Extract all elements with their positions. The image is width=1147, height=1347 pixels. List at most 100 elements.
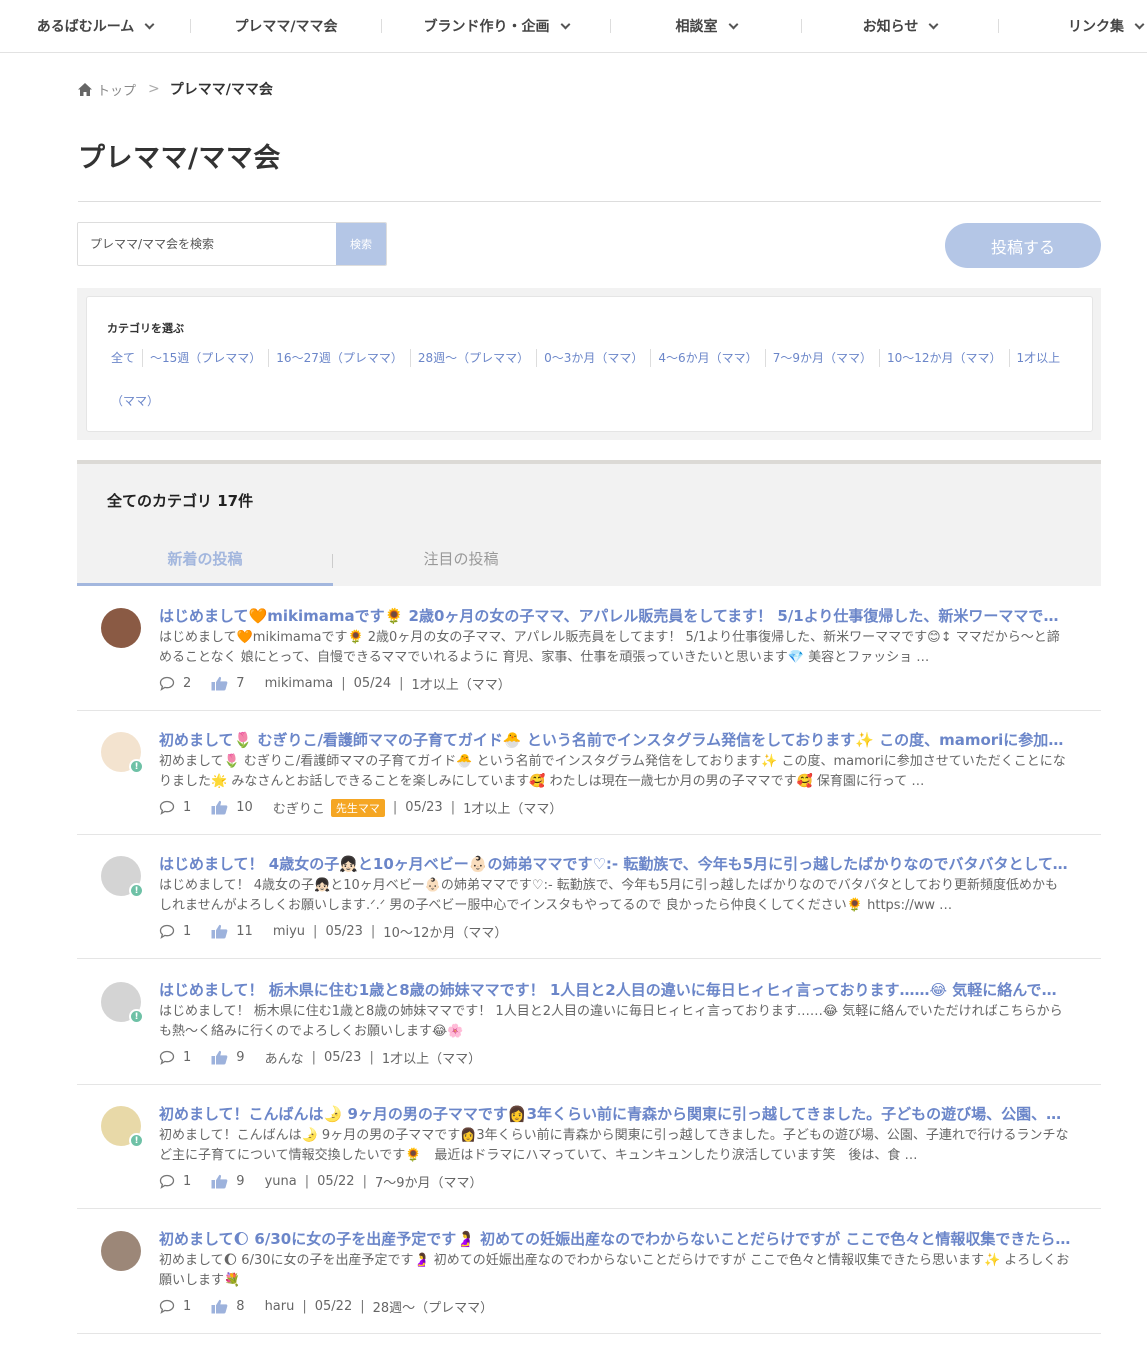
- post-meta: 1 11 miyu | 05/23 | 10〜12か月（ママ）: [159, 922, 507, 941]
- post-date: 05/24: [353, 676, 392, 691]
- like-count: 9: [236, 1050, 245, 1065]
- post-button[interactable]: 投稿する: [945, 223, 1101, 268]
- post-meta: 1 10 むぎりこ 先生ママ | 05/23 | 1才以上（ママ）: [159, 798, 562, 817]
- post-category[interactable]: 10〜12か月（ママ）: [383, 922, 507, 941]
- tab-new-posts[interactable]: 新着の投稿: [77, 548, 333, 586]
- chevron-down-icon: [1134, 19, 1145, 29]
- post-item: 初めまして🌔 6/30に女の子を出産予定です🤰 初めての妊娠出産なのでわからない…: [77, 1209, 1101, 1334]
- nav-item-consult[interactable]: 相談室: [611, 16, 801, 36]
- post-date: 05/22: [314, 1299, 353, 1314]
- post-title[interactable]: はじめまして🧡mikimamaです🌻 2歳0ヶ月の女の子ママ、アパレル販売員をし…: [159, 605, 1071, 626]
- post-title[interactable]: 初めまして🌔 6/30に女の子を出産予定です🤰 初めての妊娠出産なのでわからない…: [159, 1228, 1071, 1249]
- category-heading: カテゴリを選ぶ: [107, 322, 184, 335]
- breadcrumb-separator: >: [148, 81, 160, 97]
- category-link-upto15w[interactable]: 〜15週（プレママ）: [142, 349, 268, 367]
- status-badge-icon: !: [129, 1009, 144, 1024]
- comment-icon: [159, 800, 175, 815]
- category-link-all[interactable]: 全て: [107, 349, 142, 367]
- comment-count: 1: [183, 1174, 192, 1189]
- thumbs-up-icon[interactable]: [211, 676, 228, 691]
- meta-divider: |: [360, 1299, 365, 1314]
- meta-divider: |: [311, 1050, 316, 1065]
- meta-divider: |: [362, 1174, 367, 1189]
- avatar[interactable]: [101, 608, 141, 648]
- comment-icon: [159, 1174, 175, 1189]
- post-date: 05/22: [317, 1174, 355, 1189]
- post-meta: 1 9 あんな | 05/23 | 1才以上（ママ）: [159, 1048, 481, 1067]
- teacher-badge: 先生ママ: [330, 798, 385, 817]
- avatar-image: [101, 1231, 141, 1271]
- category-link-7-9m[interactable]: 7〜9か月（ママ）: [764, 349, 879, 367]
- post-category[interactable]: 1才以上（ママ）: [463, 798, 562, 817]
- category-link-28w[interactable]: 28週〜（プレママ）: [409, 349, 536, 367]
- post-author[interactable]: miyu: [273, 924, 305, 939]
- thumbs-up-icon[interactable]: [211, 1174, 228, 1189]
- post-date: 05/23: [405, 800, 443, 815]
- thumbs-up-icon[interactable]: [211, 800, 228, 815]
- search-input[interactable]: [78, 223, 336, 265]
- nav-item-news[interactable]: お知らせ: [802, 16, 998, 36]
- post-excerpt: 初めまして🌷 むぎりこ/看護師ママの子育てガイド🐣 という名前でインスタグラム発…: [159, 754, 1066, 789]
- category-link-0-3m[interactable]: 0〜3か月（ママ）: [536, 349, 650, 367]
- chevron-down-icon: [928, 19, 939, 29]
- like-count: 10: [236, 800, 253, 815]
- thumbs-up-icon[interactable]: [211, 1050, 228, 1065]
- nav-item-brand[interactable]: ブランド作り・企画: [382, 16, 610, 36]
- meta-divider: |: [399, 676, 404, 691]
- chevron-down-icon: [728, 19, 738, 29]
- divider: [78, 201, 1101, 202]
- post-title[interactable]: はじめまして！ 栃木県に住む1歳と8歳の姉妹ママです！ 1人目と2人目の違いに毎…: [159, 979, 1071, 1000]
- post-author[interactable]: むぎりこ: [273, 798, 325, 817]
- comment-count: 1: [183, 924, 192, 939]
- comment-icon: [159, 924, 175, 939]
- post-category[interactable]: 7〜9か月（ママ）: [375, 1172, 483, 1191]
- status-badge-icon: !: [129, 1133, 144, 1148]
- avatar-image: [101, 608, 141, 648]
- like-count: 8: [236, 1299, 245, 1314]
- thumbs-up-icon[interactable]: [211, 924, 228, 939]
- post-title[interactable]: 初めまして🌷 むぎりこ/看護師ママの子育てガイド🐣 という名前でインスタグラム発…: [159, 729, 1071, 750]
- category-link-10-12m[interactable]: 10〜12か月（ママ）: [878, 349, 1009, 367]
- search-button[interactable]: 検索: [336, 223, 386, 265]
- like-count: 7: [236, 676, 245, 691]
- post-excerpt: 初めまして🌔 6/30に女の子を出産予定です🤰 初めての妊娠出産なのでわからない…: [159, 1253, 1070, 1288]
- thumbs-up-icon[interactable]: [211, 1299, 228, 1314]
- avatar[interactable]: [101, 1231, 141, 1271]
- post-meta: 1 9 yuna | 05/22 | 7〜9か月（ママ）: [159, 1172, 483, 1191]
- meta-divider: |: [369, 1050, 374, 1065]
- meta-divider: |: [370, 924, 376, 939]
- post-excerpt: はじめまして！ 栃木県に住む1歳と8歳の姉妹ママです！ 1人目と2人目の違いに毎…: [159, 1004, 1063, 1039]
- post-author[interactable]: あんな: [265, 1048, 304, 1067]
- post-title[interactable]: 初めまして！こんばんは🌛 9ヶ月の男の子ママです👩3年くらい前に青森から関東に引…: [159, 1103, 1071, 1124]
- post-author[interactable]: yuna: [265, 1174, 297, 1189]
- post-author[interactable]: haru: [265, 1299, 295, 1314]
- avatar[interactable]: !: [101, 1106, 144, 1148]
- top-nav: あるばむルーム プレママ/ママ会 ブランド作り・企画 相談室 お知らせ リンク集: [0, 0, 1147, 53]
- post-excerpt: はじめまして！ 4歳女の子👧🏻と10ヶ月ベビー👶🏻の姉弟ママです♡:- 転勤族で…: [159, 878, 1059, 913]
- category-link-1y-cont[interactable]: （ママ）: [107, 392, 1077, 410]
- category-link-4-6m[interactable]: 4〜6か月（ママ）: [650, 349, 764, 367]
- post-category[interactable]: 1才以上（ママ）: [382, 1048, 481, 1067]
- nav-item-album-room[interactable]: あるばむルーム: [0, 16, 190, 36]
- post-author[interactable]: mikimama: [265, 676, 334, 691]
- comment-icon: [159, 1050, 175, 1065]
- post-item: ! はじめまして！ 4歳女の子👧🏻と10ヶ月ベビー👶🏻の姉弟ママです♡:- 転勤…: [77, 834, 1101, 959]
- avatar[interactable]: !: [101, 732, 144, 774]
- category-link-16-27w[interactable]: 16〜27週（プレママ）: [268, 349, 410, 367]
- category-link-1y[interactable]: 1才以上: [1008, 349, 1068, 367]
- post-list-header: 全てのカテゴリ 17件 新着の投稿 注目の投稿: [77, 460, 1101, 586]
- post-title[interactable]: はじめまして！ 4歳女の子👧🏻と10ヶ月ベビー👶🏻の姉弟ママです♡:- 転勤族で…: [159, 853, 1071, 874]
- chevron-down-icon: [560, 19, 570, 29]
- nav-item-links[interactable]: リンク集: [999, 16, 1145, 36]
- nav-item-premama[interactable]: プレママ/ママ会: [191, 16, 381, 36]
- avatar[interactable]: !: [101, 982, 144, 1024]
- meta-divider: |: [302, 1299, 307, 1314]
- breadcrumb-home-link[interactable]: トップ: [97, 80, 136, 99]
- post-meta: 1 8 haru | 05/22 | 28週〜（プレママ）: [159, 1297, 493, 1316]
- tab-popular-posts[interactable]: 注目の投稿: [333, 548, 589, 586]
- post-category[interactable]: 1才以上（ママ）: [412, 674, 511, 693]
- like-count: 11: [236, 924, 253, 939]
- meta-divider: |: [304, 1174, 310, 1189]
- post-category[interactable]: 28週〜（プレママ）: [373, 1297, 494, 1316]
- avatar[interactable]: !: [101, 856, 144, 898]
